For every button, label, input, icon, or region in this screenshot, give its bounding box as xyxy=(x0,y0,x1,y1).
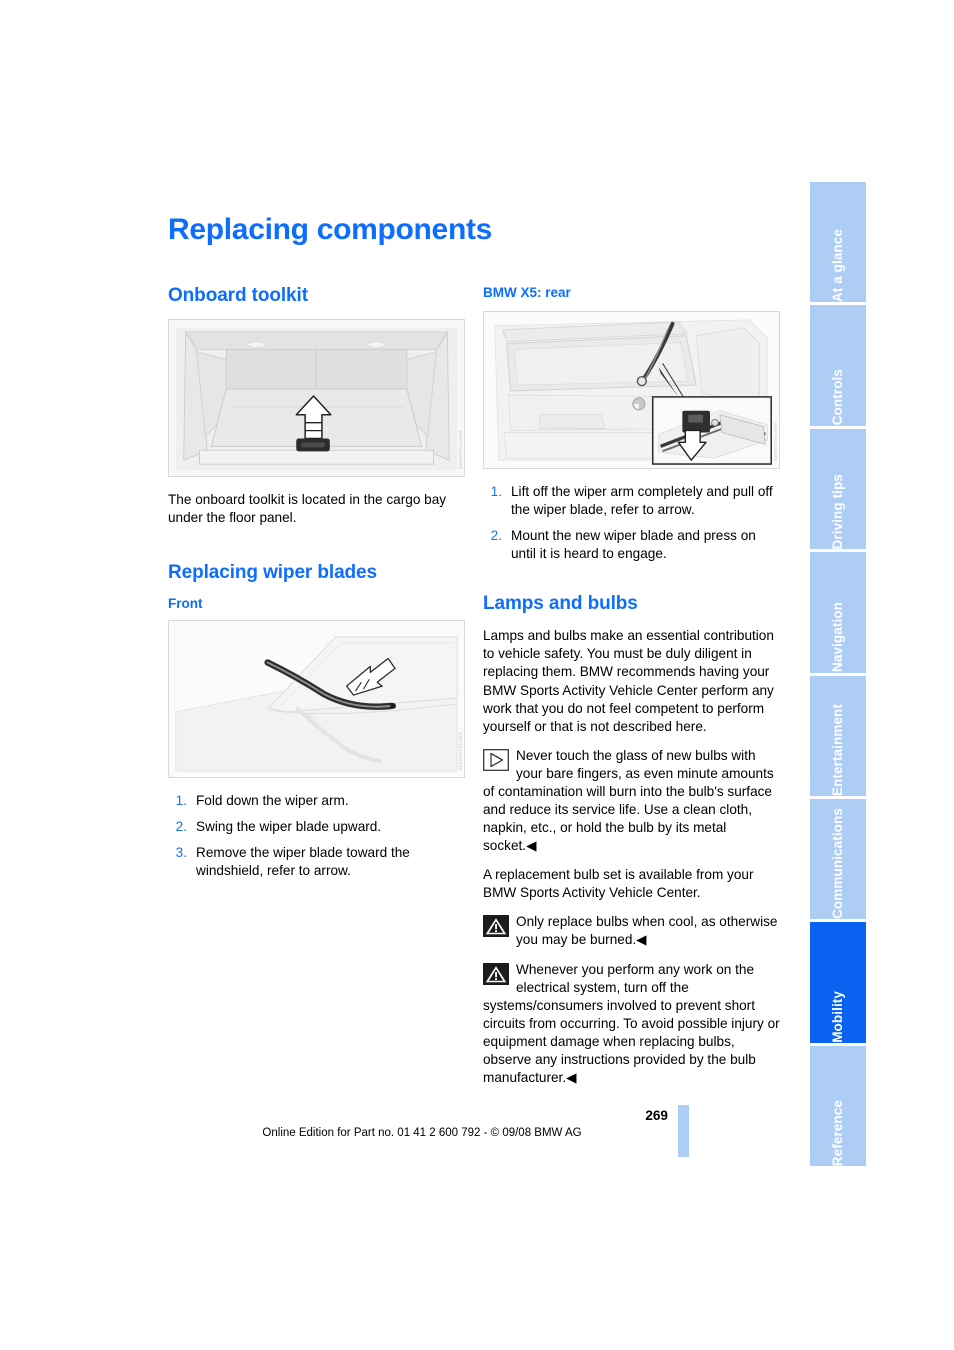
tab-label: At a glance xyxy=(830,229,846,303)
step-text: Fold down the wiper arm. xyxy=(196,793,349,809)
bmw-x5-rear-wiper-illustration: BMP3611HE006 xyxy=(483,311,780,469)
front-wiper-steps: 1. Fold down the wiper arm. 2. Swing the… xyxy=(168,792,465,880)
tab-controls[interactable]: Controls xyxy=(810,305,866,429)
list-item: 3. Remove the wiper blade toward the win… xyxy=(168,844,465,880)
step-number: 1. xyxy=(175,793,187,809)
tab-at-a-glance[interactable]: At a glance xyxy=(810,182,866,306)
replacement-bulb-set-paragraph: A replacement bulb set is available from… xyxy=(483,867,754,901)
manual-page: At a glance Controls Driving tips Naviga… xyxy=(0,0,954,1350)
warning-text: Only replace bulbs when cool, as otherwi… xyxy=(516,914,778,948)
tab-entertainment[interactable]: Entertainment xyxy=(810,675,866,799)
tab-communications[interactable]: Communications xyxy=(810,798,866,923)
footer-accent-bar xyxy=(678,1105,689,1157)
step-text: Lift off the wiper arm completely and pu… xyxy=(511,484,773,518)
note-text: Never touch the glass of new bulbs with … xyxy=(483,747,774,854)
heading-replacing-wiper-blades: Replacing wiper blades xyxy=(168,562,377,584)
warning-text: Whenever you perform any work on the ele… xyxy=(483,961,780,1086)
list-item: 2. Swing the wiper blade upward. xyxy=(168,818,465,836)
step-number: 3. xyxy=(175,845,187,861)
heading-lamps-and-bulbs: Lamps and bulbs xyxy=(483,593,638,615)
step-number: 2. xyxy=(175,819,187,835)
warning-block-electrical-system: Whenever you perform any work on the ele… xyxy=(483,961,780,1088)
tab-label: Navigation xyxy=(830,602,846,673)
tab-label: Entertainment xyxy=(830,703,846,796)
section-tab-bar: At a glance Controls Driving tips Naviga… xyxy=(810,182,866,1166)
warning-triangle-icon xyxy=(483,915,509,938)
tab-label: Communications xyxy=(830,808,846,920)
tab-label: Reference xyxy=(830,1099,846,1166)
note-block: Never touch the glass of new bulbs with … xyxy=(483,747,780,855)
warning-triangle-icon xyxy=(483,962,509,985)
list-item: 1. Lift off the wiper arm completely and… xyxy=(483,483,780,519)
page-content: Replacing components Onboard toolkit BMP… xyxy=(168,213,780,1098)
tab-reference[interactable]: Reference xyxy=(810,1045,866,1166)
lamps-and-bulbs-intro: Lamps and bulbs make an essential contri… xyxy=(483,628,774,734)
step-text: Mount the new wiper blade and press on u… xyxy=(511,528,756,562)
tab-driving-tips[interactable]: Driving tips xyxy=(810,428,866,553)
two-column-layout: Onboard toolkit BMP3711HE005 The onboard… xyxy=(168,285,780,1098)
step-text: Swing the wiper blade upward. xyxy=(196,819,382,835)
cargo-bay-floor-panel-illustration: BMP3711HE005 xyxy=(168,319,465,477)
page-title: Replacing components xyxy=(168,213,493,246)
left-column: Onboard toolkit BMP3711HE005 The onboard… xyxy=(168,285,465,894)
figure-credit: BMP3611HE005 xyxy=(458,732,463,772)
front-windshield-wiper-illustration: BMP3611HE005 xyxy=(168,620,465,779)
tab-navigation[interactable]: Navigation xyxy=(810,552,866,676)
subheading-front: Front xyxy=(168,596,203,612)
tab-mobility[interactable]: Mobility xyxy=(810,922,866,1046)
warning-block-bulb-temperature: Only replace bulbs when cool, as otherwi… xyxy=(483,913,780,949)
list-item: 2. Mount the new wiper blade and press o… xyxy=(483,527,780,563)
onboard-toolkit-paragraph: The onboard toolkit is located in the ca… xyxy=(168,492,447,526)
heading-onboard-toolkit: Onboard toolkit xyxy=(168,285,308,306)
list-item: 1. Fold down the wiper arm. xyxy=(168,792,465,810)
tab-label: Mobility xyxy=(830,990,846,1043)
step-number: 2. xyxy=(490,528,502,544)
note-triangle-icon xyxy=(483,748,509,771)
subheading-bmw-x5-rear: BMW X5: rear xyxy=(483,285,571,300)
step-text: Remove the wiper blade toward the windsh… xyxy=(196,845,410,879)
figure-credit: BMP3711HE005 xyxy=(458,431,463,470)
tab-label: Controls xyxy=(830,369,846,426)
rear-wiper-steps: 1. Lift off the wiper arm completely and… xyxy=(483,483,780,563)
step-number: 1. xyxy=(490,484,502,499)
tab-label: Driving tips xyxy=(830,473,846,550)
figure-credit: BMP3611HE006 xyxy=(773,423,778,462)
right-column: BMW X5: rear BMP3611HE006 1. Lift off th… xyxy=(483,285,780,1098)
